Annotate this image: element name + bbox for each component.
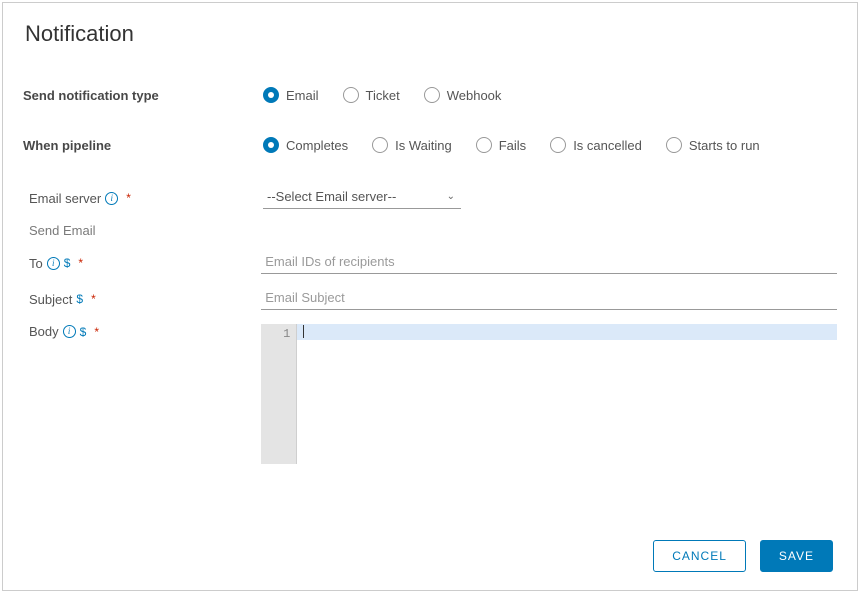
subject-label-text: Subject: [29, 292, 72, 307]
row-notification-type: Send notification type Email Ticket Webh…: [23, 87, 837, 103]
radio-starts-to-run[interactable]: Starts to run: [666, 137, 760, 153]
radio-webhook[interactable]: Webhook: [424, 87, 502, 103]
editor-code-area[interactable]: [297, 324, 837, 464]
email-server-label-text: Email server: [29, 191, 101, 206]
radio-fails-label: Fails: [499, 138, 526, 153]
row-when-pipeline: When pipeline Completes Is Waiting Fails…: [23, 137, 837, 153]
required-mark: *: [126, 191, 131, 205]
radio-icon: [372, 137, 388, 153]
cursor-icon: [303, 325, 304, 338]
dialog-footer: CANCEL SAVE: [653, 540, 833, 572]
radio-icon: [550, 137, 566, 153]
row-body: Body i $ * 1: [29, 324, 837, 464]
editor-gutter: 1: [261, 324, 297, 464]
save-button[interactable]: SAVE: [760, 540, 833, 572]
subject-input[interactable]: [261, 288, 837, 310]
radio-webhook-label: Webhook: [447, 88, 502, 103]
cancel-button[interactable]: CANCEL: [653, 540, 746, 572]
body-label-text: Body: [29, 324, 59, 339]
row-email-server: Email server i * --Select Email server--…: [29, 187, 837, 209]
line-number: 1: [261, 326, 290, 342]
radio-email-label: Email: [286, 88, 319, 103]
variable-icon[interactable]: $: [80, 325, 87, 339]
notification-dialog: Notification Send notification type Emai…: [2, 2, 858, 591]
dialog-content: Send notification type Email Ticket Webh…: [3, 47, 857, 464]
required-mark: *: [94, 325, 99, 339]
info-icon[interactable]: i: [105, 192, 118, 205]
radio-fails[interactable]: Fails: [476, 137, 526, 153]
radio-is-cancelled-label: Is cancelled: [573, 138, 642, 153]
row-subject: Subject $ *: [29, 288, 837, 310]
radio-ticket-label: Ticket: [366, 88, 400, 103]
radio-email[interactable]: Email: [263, 87, 319, 103]
variable-icon[interactable]: $: [76, 292, 83, 306]
subject-label: Subject $ *: [29, 292, 261, 307]
notification-type-group: Email Ticket Webhook: [263, 87, 501, 103]
radio-icon: [476, 137, 492, 153]
to-input[interactable]: [261, 252, 837, 274]
editor-active-line: [297, 324, 837, 340]
when-pipeline-label: When pipeline: [23, 138, 263, 153]
when-pipeline-group: Completes Is Waiting Fails Is cancelled …: [263, 137, 760, 153]
to-label: To i $ *: [29, 256, 261, 271]
email-server-select[interactable]: --Select Email server-- ⌄: [263, 187, 461, 209]
dialog-title: Notification: [3, 3, 857, 47]
required-mark: *: [91, 292, 96, 306]
radio-icon: [263, 87, 279, 103]
radio-icon: [263, 137, 279, 153]
radio-icon: [666, 137, 682, 153]
email-server-placeholder: --Select Email server--: [267, 189, 396, 204]
radio-completes-label: Completes: [286, 138, 348, 153]
email-server-label: Email server i *: [29, 191, 263, 206]
info-icon[interactable]: i: [63, 325, 76, 338]
row-to: To i $ *: [29, 252, 837, 274]
chevron-down-icon: ⌄: [447, 191, 455, 202]
radio-ticket[interactable]: Ticket: [343, 87, 400, 103]
notification-type-label: Send notification type: [23, 88, 263, 103]
body-label: Body i $ *: [29, 324, 261, 339]
radio-icon: [424, 87, 440, 103]
radio-starts-to-run-label: Starts to run: [689, 138, 760, 153]
send-email-heading: Send Email: [29, 223, 837, 238]
info-icon[interactable]: i: [47, 257, 60, 270]
radio-icon: [343, 87, 359, 103]
variable-icon[interactable]: $: [64, 256, 71, 270]
email-form-section: Email server i * --Select Email server--…: [23, 187, 837, 464]
radio-is-cancelled[interactable]: Is cancelled: [550, 137, 642, 153]
body-editor[interactable]: 1: [261, 324, 837, 464]
to-label-text: To: [29, 256, 43, 271]
radio-is-waiting[interactable]: Is Waiting: [372, 137, 452, 153]
required-mark: *: [78, 256, 83, 270]
radio-is-waiting-label: Is Waiting: [395, 138, 452, 153]
radio-completes[interactable]: Completes: [263, 137, 348, 153]
